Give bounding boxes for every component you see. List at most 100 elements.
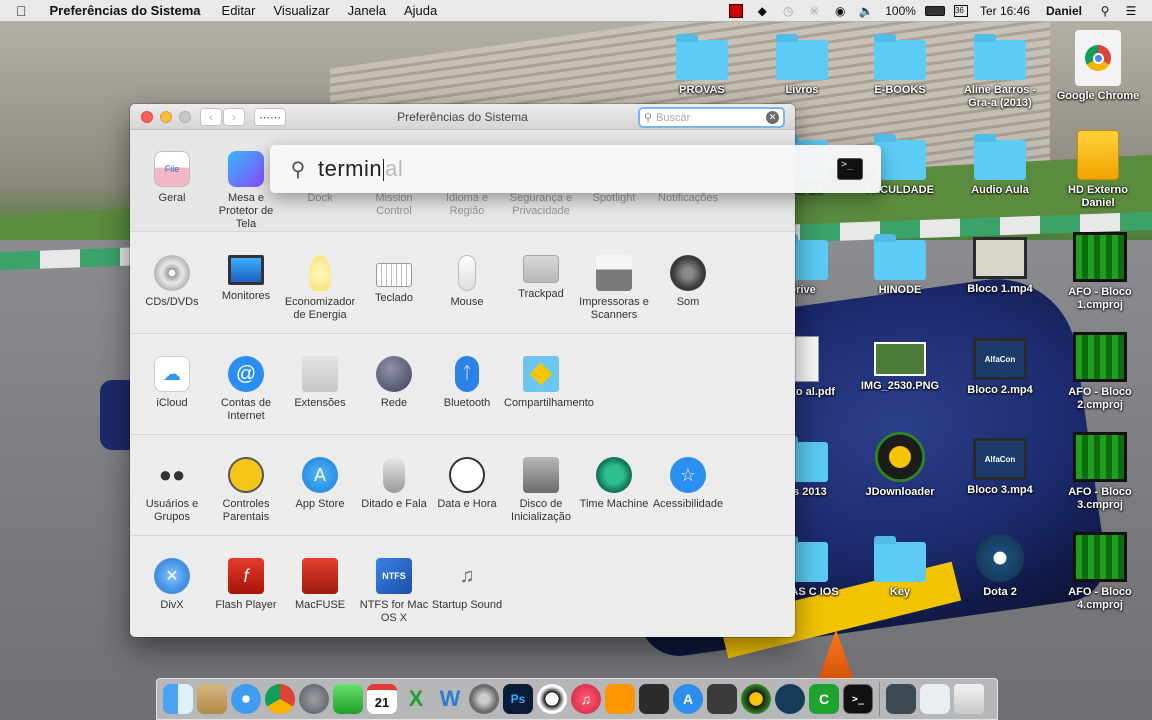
pref-trackpad[interactable]: Trackpad — [504, 255, 578, 301]
menu-ajuda[interactable]: Ajuda — [395, 3, 446, 18]
spotlight-search-bar[interactable]: ⚲ termin al >_ — [270, 145, 881, 193]
menu-app-name[interactable]: Preferências do Sistema — [41, 3, 213, 18]
pref-mouse[interactable]: Mouse — [430, 255, 504, 309]
desktop-icon-afo-bloco1[interactable]: AFO - Bloco 1.cmproj — [1054, 232, 1146, 312]
pref-ntfs[interactable]: NTFS NTFS for Mac OS X — [357, 558, 431, 625]
app-store-icon[interactable]: A — [673, 684, 703, 714]
input-source-icon[interactable]: 36 — [950, 3, 972, 19]
desktop-icon-hinode[interactable]: HINODE — [854, 234, 946, 297]
desktop-icon-img2530[interactable]: IMG_2530.PNG — [854, 342, 946, 393]
camtasia-icon[interactable]: C — [809, 684, 839, 714]
battery-percent[interactable]: 100% — [879, 4, 922, 18]
desktop-icon-afo-bloco2[interactable]: AFO - Bloco 2.cmproj — [1054, 332, 1146, 412]
system-preferences-icon[interactable] — [469, 684, 499, 714]
spotlight-query[interactable]: termin al — [318, 156, 403, 182]
forward-button[interactable]: › — [223, 108, 245, 126]
pref-rede[interactable]: Rede — [357, 356, 431, 410]
pref-cds-dvds[interactable]: CDs/DVDs — [135, 255, 209, 309]
wifi-icon[interactable]: ◉ — [829, 3, 851, 19]
desktop-icon-google-chrome[interactable]: Google Chrome — [1052, 30, 1144, 103]
finder-icon[interactable] — [163, 684, 193, 714]
pref-data-hora[interactable]: Data e Hora — [430, 457, 504, 511]
pref-time-machine[interactable]: Time Machine — [577, 457, 651, 511]
apple-menu-icon[interactable]:  — [0, 3, 41, 19]
pref-startup-sound[interactable]: ♫ Startup Sound — [430, 558, 504, 612]
terminal-app-icon[interactable]: >_ — [837, 158, 863, 180]
folder-stack-icon[interactable] — [886, 684, 916, 714]
pref-controles-parentais[interactable]: Controles Parentais — [209, 457, 283, 524]
close-window-button[interactable] — [141, 111, 153, 123]
menu-editar[interactable]: Editar — [213, 3, 265, 18]
pref-monitores[interactable]: Monitores — [209, 255, 283, 303]
desktop-icon-ebooks[interactable]: E-BOOKS — [854, 34, 946, 97]
user-name[interactable]: Daniel — [1036, 4, 1092, 18]
itunes-icon[interactable]: ♫ — [571, 684, 601, 714]
back-button[interactable]: ‹ — [200, 108, 222, 126]
menu-visualizar[interactable]: Visualizar — [265, 3, 339, 18]
word-icon[interactable]: W — [435, 684, 465, 714]
desktop-icon-hd-externo[interactable]: HD Externo Daniel — [1052, 130, 1144, 210]
bluetooth-menu-icon[interactable]: ※ — [803, 3, 825, 19]
jdownloader-icon[interactable] — [741, 684, 771, 714]
chrome-icon[interactable] — [265, 684, 295, 714]
minimize-window-button[interactable] — [160, 111, 172, 123]
desktop-icon-key[interactable]: Key — [854, 536, 946, 599]
desktop-icon-provas[interactable]: PROVAS — [656, 34, 748, 97]
desktop-icon-audio-aula[interactable]: Audio Aula — [954, 134, 1046, 197]
pref-usuarios[interactable]: ●● Usuários e Grupos — [135, 457, 209, 524]
pref-economizador[interactable]: Economizador de Energia — [283, 255, 357, 322]
downloads-icon[interactable] — [920, 684, 950, 714]
volume-icon[interactable]: 🔈 — [855, 3, 877, 19]
ibooks-icon[interactable] — [605, 684, 635, 714]
desktop-icon-afo-bloco3[interactable]: AFO - Bloco 3.cmproj — [1054, 432, 1146, 512]
desktop-icon-aline-barros[interactable]: Aline Barros - Gra-a (2013) — [954, 34, 1046, 110]
desktop-icon-livros[interactable]: Livros — [756, 34, 848, 97]
dvd-player-icon[interactable] — [707, 684, 737, 714]
pref-flash-player[interactable]: f Flash Player — [209, 558, 283, 612]
pref-app-store[interactable]: A App Store — [283, 457, 357, 511]
football-manager-icon[interactable] — [537, 684, 567, 714]
notes-icon[interactable] — [197, 684, 227, 714]
pref-acessibilidade[interactable]: ☆ Acessibilidade — [651, 457, 725, 511]
steam-icon[interactable] — [775, 684, 805, 714]
notification-center-icon[interactable]: ☰ — [1120, 3, 1142, 19]
pref-impressoras[interactable]: Impressoras e Scanners — [577, 255, 651, 322]
dropbox-icon[interactable]: ◆ — [751, 3, 773, 19]
photoshop-icon[interactable]: Ps — [503, 684, 533, 714]
menu-janela[interactable]: Janela — [339, 3, 395, 18]
zoom-window-button[interactable] — [179, 111, 191, 123]
pref-compartilhamento[interactable]: Compartilhamento — [504, 356, 594, 410]
safari-icon[interactable] — [231, 684, 261, 714]
spotlight-menu-icon[interactable]: ⚲ — [1094, 3, 1116, 19]
desktop-icon-afo-bloco4[interactable]: AFO - Bloco 4.cmproj — [1054, 532, 1146, 612]
pref-contas-internet[interactable]: @ Contas de Internet — [209, 356, 283, 423]
pref-teclado[interactable]: Teclado — [357, 255, 431, 305]
facetime-icon[interactable] — [333, 684, 363, 714]
pref-som[interactable]: Som — [651, 255, 725, 309]
pref-geral[interactable]: File Geral — [135, 151, 209, 205]
excel-icon[interactable]: X — [401, 684, 431, 714]
clear-search-icon[interactable]: ✕ — [766, 111, 779, 124]
desktop-icon-dota2[interactable]: Dota 2 — [954, 534, 1046, 599]
clock[interactable]: Ter 16:46 — [974, 4, 1036, 18]
pref-extensoes[interactable]: Extensões — [283, 356, 357, 410]
trash-icon[interactable] — [954, 684, 984, 714]
photo-booth-icon[interactable] — [639, 684, 669, 714]
calendar-icon[interactable]: 21 — [367, 684, 397, 714]
search-field[interactable]: ⚲ Buscar ✕ — [638, 107, 785, 128]
desktop-icon-jdownloader[interactable]: JDownloader — [854, 432, 946, 499]
time-machine-menu-icon[interactable]: ◷ — [777, 3, 799, 19]
pref-disco-inicializacao[interactable]: Disco de Inicialização — [504, 457, 578, 524]
pref-macfuse[interactable]: MacFUSE — [283, 558, 357, 612]
battery-icon[interactable] — [924, 3, 946, 19]
terminal-icon[interactable]: >_ — [843, 684, 873, 714]
show-all-grid-button[interactable]: ⋯⋯ — [254, 108, 286, 126]
pref-icloud[interactable]: ☁ iCloud — [135, 356, 209, 410]
desktop-icon-bloco2-mp4[interactable]: AlfaCon Bloco 2.mp4 — [954, 338, 1046, 397]
launchpad-icon[interactable] — [299, 684, 329, 714]
pref-ditado-fala[interactable]: Ditado e Fala — [357, 457, 431, 511]
pref-bluetooth[interactable]: ᛏ Bluetooth — [430, 356, 504, 410]
desktop-icon-bloco3-mp4[interactable]: AlfaCon Bloco 3.mp4 — [954, 438, 1046, 497]
recording-icon[interactable] — [725, 3, 747, 19]
desktop-icon-bloco1-mp4[interactable]: Bloco 1.mp4 — [954, 237, 1046, 296]
